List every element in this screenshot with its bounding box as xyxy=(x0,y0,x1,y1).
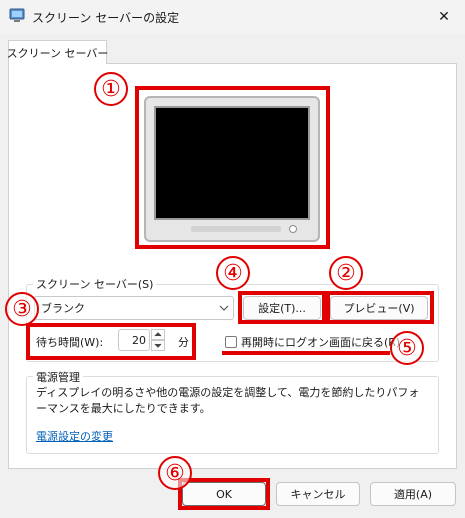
screensaver-group-label: スクリーン セーバー(S) xyxy=(33,276,157,292)
resume-logon-label[interactable]: 再開時にログオン画面に戻る(R) xyxy=(241,334,400,350)
screensaver-select-value: ブランク xyxy=(41,302,85,315)
annotation-callout-1: ① xyxy=(94,72,128,106)
power-management-description: ディスプレイの明るさや他の電源の設定を調整して、電力を節約したりパフォーマンスを… xyxy=(36,386,420,415)
power-management-title: 電源管理 xyxy=(33,369,83,385)
annotation-callout-2: ② xyxy=(329,256,363,290)
annotation-underline-resume xyxy=(222,351,390,355)
resume-logon-checkbox[interactable] xyxy=(225,336,237,348)
annotation-callout-6: ⑥ xyxy=(158,456,192,490)
annotation-box-monitor xyxy=(135,86,330,249)
annotation-box-ok xyxy=(178,478,270,510)
apply-button[interactable]: 適用(A) xyxy=(370,482,456,506)
annotation-callout-3: ③ xyxy=(5,292,39,326)
change-power-settings-link[interactable]: 電源設定の変更 xyxy=(36,428,113,444)
close-button[interactable]: ✕ xyxy=(426,2,462,32)
close-icon: ✕ xyxy=(438,9,450,25)
cancel-button[interactable]: キャンセル xyxy=(276,482,360,506)
screensaver-app-icon xyxy=(9,8,25,24)
annotation-box-wait-time xyxy=(26,323,196,360)
annotation-box-settings xyxy=(238,291,326,324)
annotation-callout-5: ⑤ xyxy=(390,331,424,365)
annotation-box-preview xyxy=(326,291,434,324)
tab-screensaver[interactable]: スクリーン セーバー xyxy=(7,40,108,64)
window-title: スクリーン セーバーの設定 xyxy=(32,11,180,25)
screensaver-select[interactable]: ブランク xyxy=(34,296,234,320)
annotation-callout-4: ④ xyxy=(216,256,250,290)
chevron-down-icon xyxy=(218,302,230,314)
